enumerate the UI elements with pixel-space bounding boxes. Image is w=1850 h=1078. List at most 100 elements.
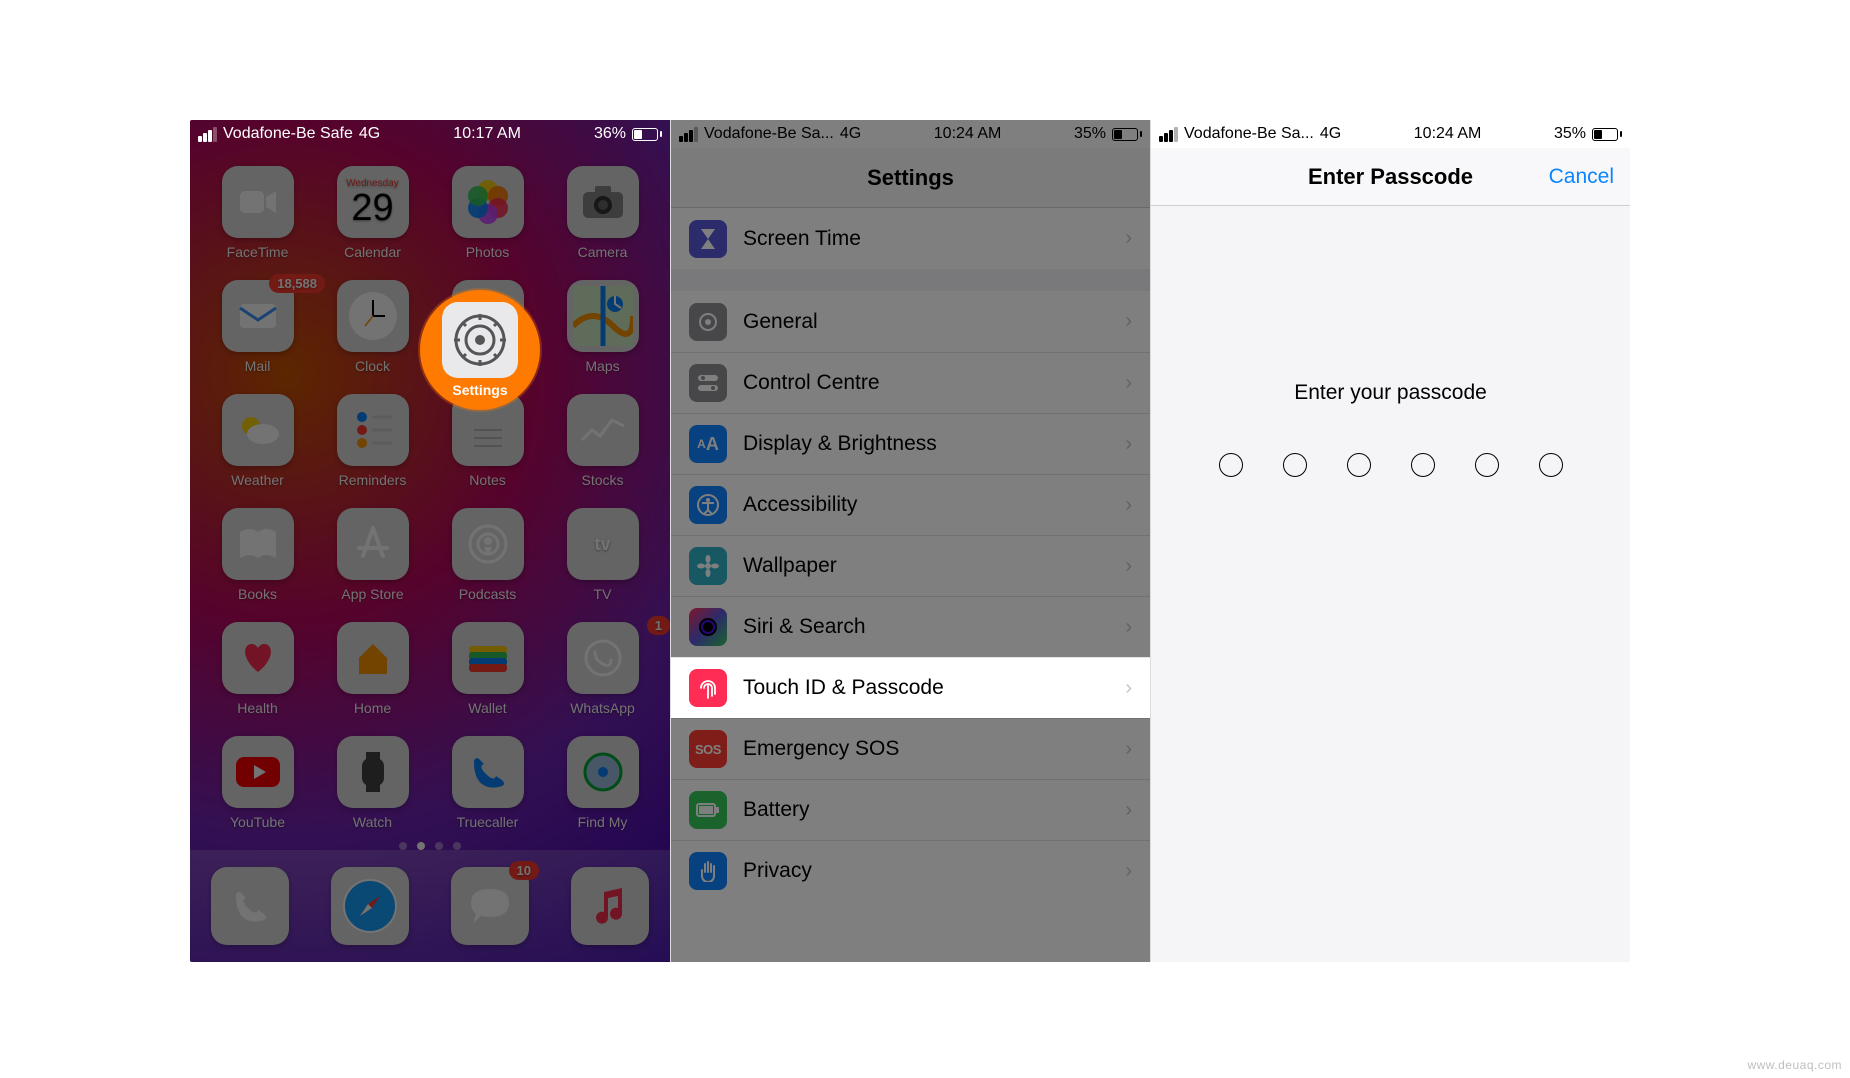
watch-icon — [337, 736, 409, 808]
row-label: Siri & Search — [743, 615, 1109, 639]
chevron-right-icon: › — [1125, 372, 1132, 395]
safari-icon — [331, 867, 409, 945]
app-whatsapp[interactable]: 1WhatsApp — [545, 622, 660, 716]
app-mail[interactable]: 18,588Mail — [200, 280, 315, 374]
carrier-label: Vodafone-Be Sa... — [704, 125, 834, 143]
passcode-dot — [1475, 453, 1499, 477]
app-photos[interactable]: Photos — [430, 166, 545, 260]
status-bar: Vodafone-Be Sa... 4G 10:24 AM 35% — [1151, 120, 1630, 148]
settings-icon — [442, 302, 518, 378]
dock-messages[interactable]: 10 — [451, 867, 529, 945]
row-control-centre[interactable]: Control Centre› — [671, 352, 1150, 413]
app-wallet[interactable]: Wallet — [430, 622, 545, 716]
passcode-prompt: Enter your passcode — [1294, 381, 1487, 405]
row-siri-search[interactable]: Siri & Search › — [671, 596, 1150, 657]
row-label: Wallpaper — [743, 554, 1109, 578]
app-label: Photos — [466, 244, 510, 260]
row-privacy[interactable]: Privacy› — [671, 840, 1150, 901]
row-display-brightness[interactable]: AA Display & Brightness› — [671, 413, 1150, 474]
app-maps[interactable]: Maps — [545, 280, 660, 374]
truecaller-icon — [452, 736, 524, 808]
nav-bar: Enter Passcode Cancel — [1151, 148, 1630, 206]
nav-title: Settings — [671, 148, 1150, 208]
row-screen-time[interactable]: Screen Time › — [671, 208, 1150, 269]
row-accessibility[interactable]: Accessibility› — [671, 474, 1150, 535]
row-label: Emergency SOS — [743, 737, 1109, 761]
toggles-icon — [689, 364, 727, 402]
page-indicator[interactable] — [190, 842, 670, 850]
app-facetime[interactable]: FaceTime — [200, 166, 315, 260]
app-label: Wallet — [468, 700, 506, 716]
row-general[interactable]: General › — [671, 291, 1150, 352]
row-wallpaper[interactable]: Wallpaper› — [671, 535, 1150, 596]
app-label: Clock — [355, 358, 390, 374]
chevron-right-icon: › — [1125, 677, 1132, 700]
calendar-icon: Wednesday29 — [337, 166, 409, 238]
maps-icon — [567, 280, 639, 352]
clock-icon — [337, 280, 409, 352]
app-label: Notes — [469, 472, 506, 488]
app-label: Health — [237, 700, 277, 716]
app-label: Home — [354, 700, 391, 716]
annotation-highlight-settings: Settings — [420, 290, 540, 410]
clock-label: 10:17 AM — [453, 125, 521, 142]
health-icon — [222, 622, 294, 694]
signal-icon — [1159, 127, 1178, 142]
row-touch-id-passcode[interactable]: Touch ID & Passcode› — [671, 657, 1150, 718]
dock-phone[interactable] — [211, 867, 289, 945]
app-appstore[interactable]: App Store — [315, 508, 430, 602]
app-health[interactable]: Health — [200, 622, 315, 716]
chevron-right-icon: › — [1125, 227, 1132, 250]
passcode-dot — [1539, 453, 1563, 477]
flower-icon — [689, 547, 727, 585]
app-books[interactable]: Books — [200, 508, 315, 602]
notification-badge: 1 — [647, 616, 670, 635]
phone-icon — [211, 867, 289, 945]
app-tv[interactable]: tvTV — [545, 508, 660, 602]
passcode-body: Enter your passcode — [1151, 206, 1630, 962]
siri-icon — [689, 608, 727, 646]
app-reminders[interactable]: Reminders — [315, 394, 430, 488]
app-home[interactable]: Home — [315, 622, 430, 716]
app-truecaller[interactable]: Truecaller — [430, 736, 545, 830]
chevron-right-icon: › — [1125, 738, 1132, 761]
app-label: App Store — [341, 586, 403, 602]
row-battery[interactable]: Battery› — [671, 779, 1150, 840]
dock-safari[interactable] — [331, 867, 409, 945]
row-label: General — [743, 310, 1109, 334]
chevron-right-icon: › — [1125, 799, 1132, 822]
cancel-button[interactable]: Cancel — [1549, 165, 1614, 189]
youtube-icon — [222, 736, 294, 808]
app-calendar[interactable]: Wednesday29 Calendar — [315, 166, 430, 260]
app-label: Stocks — [581, 472, 623, 488]
app-camera[interactable]: Camera — [545, 166, 660, 260]
screenshot-enter-passcode: Vodafone-Be Sa... 4G 10:24 AM 35% Enter … — [1150, 120, 1630, 962]
app-label: Calendar — [344, 244, 401, 260]
highlight-label: Settings — [452, 382, 507, 398]
row-emergency-sos[interactable]: SOS Emergency SOS › — [671, 718, 1150, 779]
dock-music[interactable] — [571, 867, 649, 945]
app-youtube[interactable]: YouTube — [200, 736, 315, 830]
row-label: Screen Time — [743, 227, 1109, 251]
app-watch[interactable]: Watch — [315, 736, 430, 830]
appstore-icon — [337, 508, 409, 580]
app-label: Watch — [353, 814, 392, 830]
settings-list[interactable]: Screen Time › General › Control Centre› A… — [671, 208, 1150, 901]
network-label: 4G — [1320, 125, 1341, 143]
app-weather[interactable]: Weather — [200, 394, 315, 488]
chevron-right-icon: › — [1125, 310, 1132, 333]
tv-icon: tv — [567, 508, 639, 580]
app-findmy[interactable]: Find My — [545, 736, 660, 830]
text-size-icon: AA — [689, 425, 727, 463]
chevron-right-icon: › — [1125, 494, 1132, 517]
app-stocks[interactable]: Stocks — [545, 394, 660, 488]
chevron-right-icon: › — [1125, 616, 1132, 639]
sos-icon: SOS — [689, 730, 727, 768]
app-clock[interactable]: Clock — [315, 280, 430, 374]
clock-label: 10:24 AM — [934, 125, 1002, 142]
row-label: Display & Brightness — [743, 432, 1109, 456]
app-label: FaceTime — [227, 244, 289, 260]
passcode-dot — [1347, 453, 1371, 477]
app-label: YouTube — [230, 814, 285, 830]
app-podcasts[interactable]: Podcasts — [430, 508, 545, 602]
